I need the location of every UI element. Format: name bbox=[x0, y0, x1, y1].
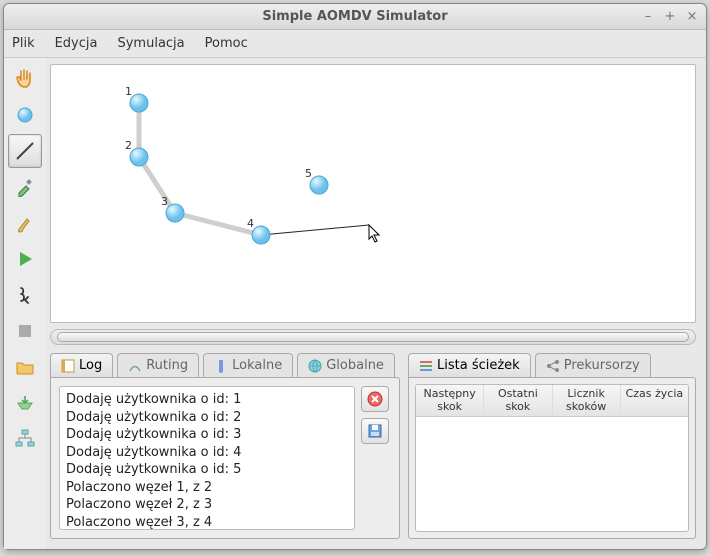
tab-routing[interactable]: Ruting bbox=[117, 353, 199, 377]
minimize-button[interactable]: – bbox=[640, 9, 656, 24]
share-icon bbox=[546, 359, 560, 373]
log-line: Polaczono węzeł 2, z 3 bbox=[66, 496, 348, 514]
log-line: Dodaję użytkownika o id: 5 bbox=[66, 461, 348, 479]
routing-icon bbox=[128, 359, 142, 373]
th-last-hop[interactable]: Ostatni skok bbox=[484, 385, 552, 416]
body: 1 2 3 4 5 Log Ruting Lokalne Globalne Dodaję… bbox=[4, 58, 706, 549]
node-label: 3 bbox=[161, 195, 168, 208]
tab-local[interactable]: Lokalne bbox=[203, 353, 293, 377]
tab-log[interactable]: Log bbox=[50, 353, 113, 377]
node-label: 4 bbox=[247, 217, 254, 230]
titlebar: Simple AOMDV Simulator – + × bbox=[4, 4, 706, 30]
node[interactable] bbox=[166, 204, 184, 222]
play-tool[interactable] bbox=[8, 242, 42, 276]
menu-edit[interactable]: Edycja bbox=[55, 36, 98, 51]
drawing-line bbox=[261, 225, 369, 235]
open-tool[interactable] bbox=[8, 350, 42, 384]
left-tabs: Log Ruting Lokalne Globalne bbox=[50, 349, 400, 377]
globe-icon bbox=[308, 359, 322, 373]
canvas-hscrollbar[interactable] bbox=[50, 329, 696, 345]
node[interactable] bbox=[310, 176, 328, 194]
link[interactable] bbox=[139, 157, 175, 213]
hand-tool[interactable] bbox=[8, 62, 42, 96]
app-window: Simple AOMDV Simulator – + × Plik Edycja… bbox=[3, 3, 707, 550]
table-header: Następny skok Ostatni skok Licznik skokó… bbox=[416, 385, 688, 417]
log-icon bbox=[61, 359, 75, 373]
node[interactable] bbox=[130, 94, 148, 112]
paths-panel-body: Następny skok Ostatni skok Licznik skokó… bbox=[408, 377, 696, 539]
picker-tool[interactable] bbox=[8, 170, 42, 204]
network-tool[interactable] bbox=[8, 422, 42, 456]
right-panel: Lista ścieżek Prekursorzy Następny skok … bbox=[408, 349, 696, 539]
right-tabs: Lista ścieżek Prekursorzy bbox=[408, 349, 696, 377]
tab-global[interactable]: Globalne bbox=[297, 353, 395, 377]
tab-precursors[interactable]: Prekursorzy bbox=[535, 353, 651, 377]
menu-help[interactable]: Pomoc bbox=[205, 36, 248, 51]
log-line: Dodaję użytkownika o id: 4 bbox=[66, 444, 348, 462]
local-icon bbox=[214, 359, 228, 373]
step-tool[interactable] bbox=[8, 278, 42, 312]
node-tool[interactable] bbox=[8, 98, 42, 132]
log-line: Dodaję użytkownika o id: 1 bbox=[66, 391, 348, 409]
menubar: Plik Edycja Symulacja Pomoc bbox=[4, 30, 706, 58]
main-area: 1 2 3 4 5 Log Ruting Lokalne Globalne Dodaję… bbox=[46, 58, 706, 549]
th-next-hop[interactable]: Następny skok bbox=[416, 385, 484, 416]
node[interactable] bbox=[130, 148, 148, 166]
close-button[interactable]: × bbox=[684, 9, 700, 24]
toolbar bbox=[4, 58, 46, 549]
log-line: Polaczono węzeł 3, z 4 bbox=[66, 514, 348, 530]
node-label: 5 bbox=[305, 167, 312, 180]
save-log-button[interactable] bbox=[361, 418, 389, 444]
clear-log-button[interactable] bbox=[361, 386, 389, 412]
log-line: Polaczono węzeł 1, z 2 bbox=[66, 479, 348, 497]
log-output: Dodaję użytkownika o id: 1Dodaję użytkow… bbox=[59, 386, 355, 530]
log-buttons bbox=[361, 386, 391, 530]
cursor-icon bbox=[369, 225, 379, 242]
menu-file[interactable]: Plik bbox=[12, 36, 35, 51]
stop-tool[interactable] bbox=[8, 314, 42, 348]
tab-paths[interactable]: Lista ścieżek bbox=[408, 353, 531, 377]
node-label: 2 bbox=[125, 139, 132, 152]
menu-simulation[interactable]: Symulacja bbox=[117, 36, 184, 51]
maximize-button[interactable]: + bbox=[662, 9, 678, 24]
window-title: Simple AOMDV Simulator bbox=[4, 9, 706, 24]
log-line: Dodaję użytkownika o id: 3 bbox=[66, 426, 348, 444]
log-line: Dodaję użytkownika o id: 2 bbox=[66, 409, 348, 427]
line-tool[interactable] bbox=[8, 134, 42, 168]
th-hop-count[interactable]: Licznik skoków bbox=[553, 385, 621, 416]
th-ttl[interactable]: Czas życia bbox=[621, 385, 688, 416]
node[interactable] bbox=[252, 226, 270, 244]
window-controls: – + × bbox=[640, 9, 700, 24]
brush-tool[interactable] bbox=[8, 206, 42, 240]
save-tool[interactable] bbox=[8, 386, 42, 420]
left-panel: Log Ruting Lokalne Globalne Dodaję użytk… bbox=[50, 349, 400, 539]
node-label: 1 bbox=[125, 85, 132, 98]
list-icon bbox=[419, 359, 433, 373]
canvas[interactable]: 1 2 3 4 5 bbox=[50, 64, 696, 323]
log-panel-body: Dodaję użytkownika o id: 1Dodaję użytkow… bbox=[50, 377, 400, 539]
scrollbar-thumb[interactable] bbox=[57, 332, 689, 342]
bottom-panels: Log Ruting Lokalne Globalne Dodaję użytk… bbox=[50, 349, 696, 539]
paths-table: Następny skok Ostatni skok Licznik skokó… bbox=[415, 384, 689, 532]
